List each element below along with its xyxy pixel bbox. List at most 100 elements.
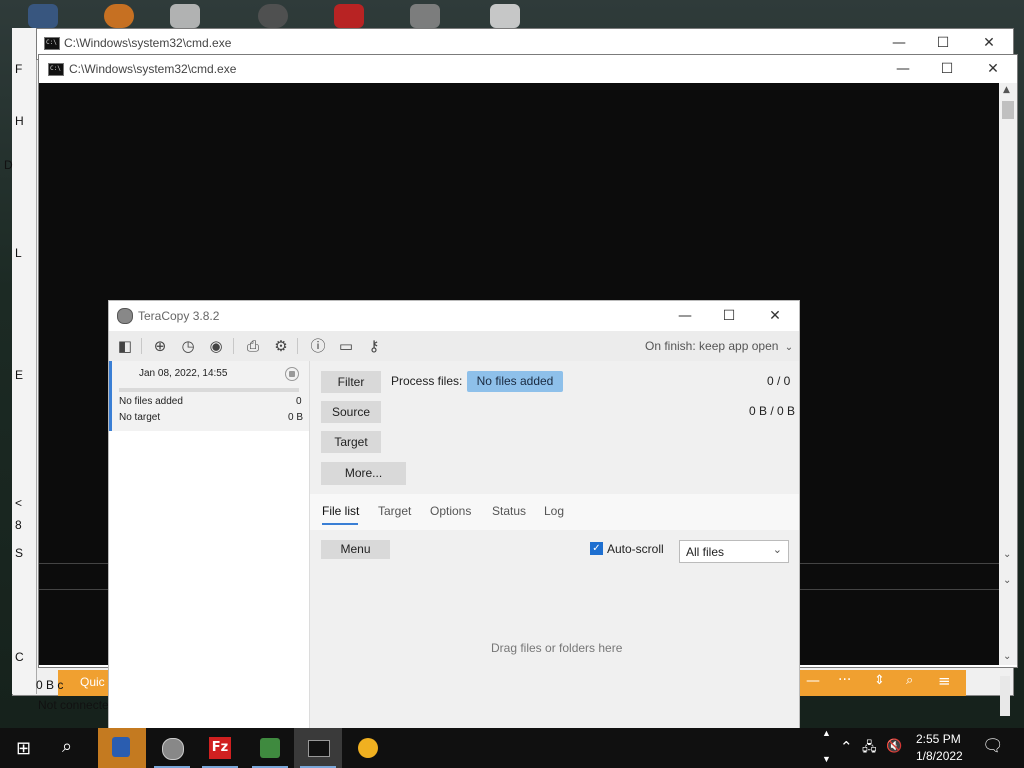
teracopy-titlebar[interactable]: TeraCopy 3.8.2 — ☐ ✕ xyxy=(109,301,799,331)
scroll-down-icon[interactable]: ▼ xyxy=(822,754,831,764)
print-icon[interactable]: ⎙ xyxy=(244,337,262,355)
desktop-icon[interactable] xyxy=(104,4,134,28)
taskbar-app-cmd[interactable] xyxy=(294,728,342,768)
scroll-down-icon[interactable]: ⌄ xyxy=(1003,651,1011,662)
volume-muted-icon[interactable]: 🔇 xyxy=(886,738,902,754)
taskbar-app-warning[interactable] xyxy=(344,728,392,768)
source-button[interactable]: Source xyxy=(321,401,381,423)
taskbar-app-network[interactable] xyxy=(246,728,294,768)
taskbar-app-teracopy[interactable] xyxy=(148,728,196,768)
teracopy-toolbar: ◧ ⊕ ◷ ◉ ⎙ ⚙ ⓘ ▭ ⚷ On finish: keep app op… xyxy=(109,331,799,361)
maximize-button[interactable]: ☐ xyxy=(921,33,965,53)
taskbar-app-uac[interactable] xyxy=(98,728,146,768)
stop-icon[interactable] xyxy=(285,367,299,381)
minimize-button[interactable]: — xyxy=(877,33,921,53)
job-date: Jan 08, 2022, 14:55 xyxy=(139,368,228,379)
windows-start-icon[interactable]: ⊞ xyxy=(16,738,31,759)
toolbar-separator xyxy=(141,338,142,354)
job-target-size: 0 B xyxy=(288,412,304,423)
desktop-icon[interactable] xyxy=(490,4,520,28)
shield-icon xyxy=(112,737,130,757)
network-icon[interactable]: 🖧 xyxy=(862,738,877,760)
gear-icon[interactable]: ⚙ xyxy=(272,337,290,355)
more-button[interactable]: More... xyxy=(321,462,406,485)
menu-button[interactable]: Menu xyxy=(321,540,390,559)
minimize-button[interactable]: — xyxy=(881,59,925,79)
teracopy-logo-icon xyxy=(117,308,133,324)
scroll-down-icon[interactable]: ⌄ xyxy=(1003,549,1011,560)
desktop-icon[interactable] xyxy=(28,4,58,28)
teracopy-window[interactable]: TeraCopy 3.8.2 — ☐ ✕ ◧ ⊕ ◷ ◉ ⎙ ⚙ ⓘ ▭ ⚷ O… xyxy=(108,300,800,730)
cmd-back-title: C:\Windows\system32\cmd.exe xyxy=(64,36,232,50)
bg-letter: < xyxy=(15,496,23,510)
desktop-icon[interactable] xyxy=(258,4,288,28)
bg-letter: F xyxy=(15,62,23,76)
cmd-front-titlebar[interactable]: C:\Windows\system32\cmd.exe — ☐ ✕ xyxy=(39,55,1017,83)
job-item[interactable]: Jan 08, 2022, 14:55 No files added 0 No … xyxy=(109,361,309,431)
auto-scroll-checkbox[interactable]: ✓ xyxy=(590,542,603,555)
license-icon[interactable]: ▭ xyxy=(337,337,355,355)
tab-options[interactable]: Options xyxy=(430,504,471,518)
bg-letter: C xyxy=(15,650,24,664)
search-icon[interactable]: ⌕ xyxy=(62,736,72,757)
quick-search-bar[interactable]: Quic xyxy=(58,670,108,696)
more-icon[interactable]: ··· xyxy=(838,672,851,688)
sort-icon[interactable]: ⇕ xyxy=(874,673,885,688)
notifications-icon[interactable]: 🗨 xyxy=(982,736,1004,756)
job-progress xyxy=(119,388,299,392)
info-icon[interactable]: ⓘ xyxy=(309,337,327,355)
chevron-down-icon: ⌄ xyxy=(772,543,782,556)
chevron-up-icon[interactable]: ⌃ xyxy=(840,738,853,756)
job-list-panel: Jan 08, 2022, 14:55 No files added 0 No … xyxy=(109,361,310,729)
scroll-thumb[interactable] xyxy=(1002,101,1014,119)
minimize-button[interactable]: — xyxy=(663,306,707,326)
job-source: No files added xyxy=(119,396,183,407)
process-files-selector[interactable]: No files added xyxy=(467,371,563,392)
bg-letter: 8 xyxy=(15,518,22,532)
warning-app-icon xyxy=(358,738,378,758)
history-icon[interactable]: ◷ xyxy=(179,337,197,355)
maximize-button[interactable]: ☐ xyxy=(925,59,969,79)
quick-search-label: Quic xyxy=(80,675,105,689)
file-filter-select[interactable]: All files ⌄ xyxy=(679,540,789,563)
cmd-front-title: C:\Windows\system32\cmd.exe xyxy=(69,62,237,76)
close-button[interactable]: ✕ xyxy=(753,306,797,326)
taskbar-app-filezilla[interactable]: Fz xyxy=(196,728,244,768)
tab-status[interactable]: Status xyxy=(492,504,526,518)
tab-log[interactable]: Log xyxy=(544,504,564,518)
byte-count: 0 B / 0 B xyxy=(749,404,796,418)
cmd-icon xyxy=(48,63,64,76)
search-icon[interactable]: ⌕ xyxy=(906,673,913,688)
maximize-button[interactable]: ☐ xyxy=(707,306,751,326)
target-button[interactable]: Target xyxy=(321,431,381,453)
bg-letter: L xyxy=(15,246,22,260)
favorites-icon[interactable]: ◉ xyxy=(207,337,225,355)
filter-button[interactable]: Filter xyxy=(321,371,381,393)
drop-hint: Drag files or folders here xyxy=(491,641,623,655)
tab-file-list[interactable]: File list xyxy=(322,504,359,518)
desktop-icon[interactable] xyxy=(410,4,440,28)
desktop-icon[interactable] xyxy=(170,4,200,28)
taskbar: ⊞ ⌕ Fz ▲ ▼ ⌃ 🖧 🔇 2:55 PM 1/8/2022 🗨 xyxy=(0,728,1024,768)
clock-time[interactable]: 2:55 PM xyxy=(916,732,961,746)
bg-scrollbar[interactable] xyxy=(1000,676,1010,716)
clock-date[interactable]: 1/8/2022 xyxy=(916,749,963,763)
close-button[interactable]: ✕ xyxy=(967,33,1011,53)
sidebar-toggle-icon[interactable]: ◧ xyxy=(116,337,134,355)
hamburger-icon[interactable]: ≡ xyxy=(938,672,951,690)
add-icon[interactable]: ⊕ xyxy=(151,337,169,355)
minus-icon[interactable]: — xyxy=(806,673,820,689)
desktop-icon[interactable] xyxy=(334,4,364,28)
network-app-icon xyxy=(260,738,280,758)
scroll-up-icon[interactable]: ▲ xyxy=(1003,85,1010,95)
scroll-up-icon[interactable]: ▲ xyxy=(822,728,831,738)
cmd-back-titlebar[interactable]: C:\Windows\system32\cmd.exe — ☐ ✕ xyxy=(37,29,1013,57)
job-source-count: 0 xyxy=(296,396,302,407)
vertical-scrollbar[interactable]: ▲ ⌄ ⌄ ⌄ xyxy=(999,83,1017,665)
key-icon[interactable]: ⚷ xyxy=(365,337,383,355)
status-connection: Not connecte xyxy=(38,698,109,712)
on-finish-dropdown[interactable]: On finish: keep app open ⌄ xyxy=(645,339,793,353)
close-button[interactable]: ✕ xyxy=(971,59,1015,79)
scroll-down-icon[interactable]: ⌄ xyxy=(1003,575,1011,586)
tab-target[interactable]: Target xyxy=(378,504,411,518)
